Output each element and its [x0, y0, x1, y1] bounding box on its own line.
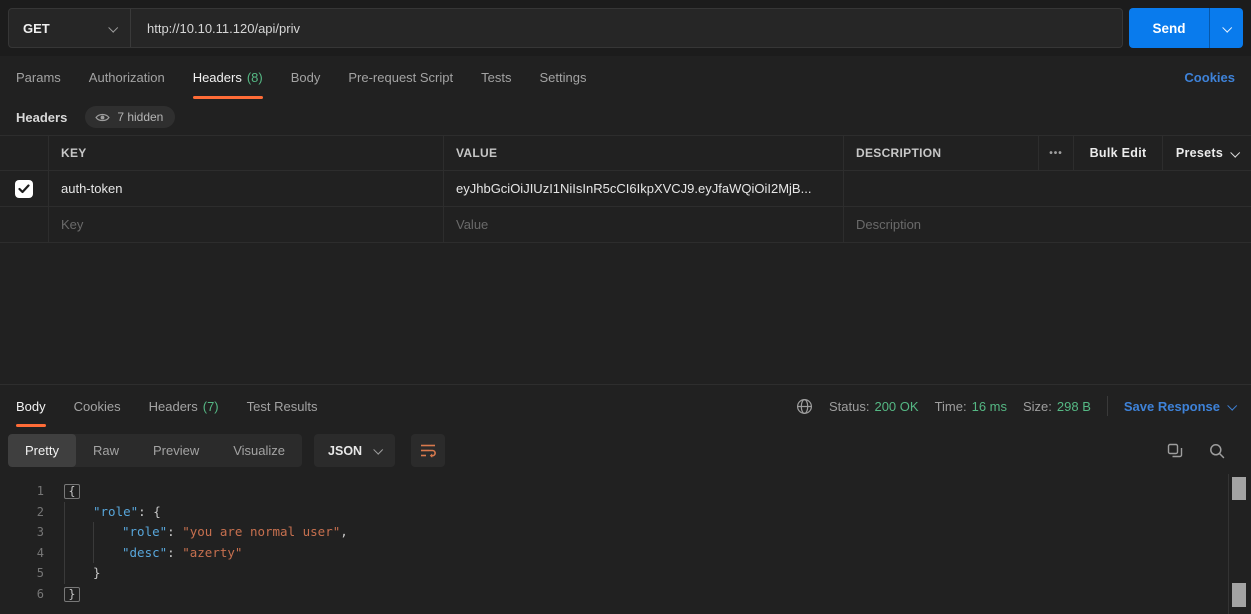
column-description: DESCRIPTION [843, 136, 1038, 170]
request-body-empty-area [0, 243, 1251, 384]
indent-guide [64, 563, 93, 584]
eye-icon [95, 112, 110, 123]
status-badge: Status: 200 OK [829, 399, 919, 414]
table-row: auth-token eyJhbGciOiJIUzI1NiIsInR5cCI6I… [0, 171, 1251, 207]
column-value: VALUE [443, 136, 843, 170]
header-description-cell[interactable] [843, 171, 1251, 206]
time-badge: Time: 16 ms [935, 399, 1007, 414]
view-visualize[interactable]: Visualize [216, 434, 302, 467]
request-tabs: Params Authorization Headers(8) Body Pre… [0, 56, 1251, 99]
response-toolbar: Pretty Raw Preview Visualize JSON [0, 427, 1251, 474]
scrollbar-thumb[interactable] [1232, 583, 1246, 607]
indent-guide [93, 543, 122, 564]
fold-toggle[interactable]: { [64, 484, 80, 499]
code-line: 5 } [0, 563, 1251, 584]
tab-settings[interactable]: Settings [539, 56, 586, 99]
response-tab-body[interactable]: Body [16, 385, 46, 427]
code-line: 4 "desc": "azerty" [0, 543, 1251, 564]
tab-params[interactable]: Params [16, 56, 61, 99]
headers-section-header: Headers 7 hidden [0, 99, 1251, 135]
view-preview[interactable]: Preview [136, 434, 216, 467]
response-body-viewer: 1 { 2 "role": { 3 "role": "you are norma… [0, 474, 1251, 614]
fold-toggle[interactable]: } [64, 587, 80, 602]
save-response-button[interactable]: Save Response [1124, 399, 1235, 414]
response-tabs-bar: Body Cookies Headers(7) Test Results Sta… [0, 384, 1251, 427]
divider [1107, 396, 1108, 416]
chevron-down-icon [108, 22, 118, 32]
tab-pre-request-script[interactable]: Pre-request Script [348, 56, 453, 99]
indent-guide [93, 522, 122, 543]
new-key-input[interactable] [61, 217, 431, 232]
method-select[interactable]: GET [9, 9, 131, 47]
scrollbar-thumb[interactable] [1232, 477, 1246, 500]
more-options-button[interactable]: ••• [1049, 148, 1063, 159]
code-line: 3 "role": "you are normal user", [0, 522, 1251, 543]
tab-body[interactable]: Body [291, 56, 321, 99]
response-headers-count: (7) [203, 399, 219, 414]
scrollbar-track [1228, 474, 1229, 614]
indent-guide [64, 543, 93, 564]
url-input[interactable] [131, 9, 1122, 47]
new-description-input[interactable] [856, 217, 1239, 232]
size-badge: Size: 298 B [1023, 399, 1091, 414]
format-select[interactable]: JSON [314, 434, 395, 467]
postman-window: GET Send Params Authorization Headers(8)… [0, 0, 1251, 614]
row-checkbox[interactable] [15, 180, 33, 198]
presets-dropdown[interactable]: Presets [1162, 136, 1251, 170]
view-raw[interactable]: Raw [76, 434, 136, 467]
view-mode-switcher: Pretty Raw Preview Visualize [8, 434, 302, 467]
response-meta: Status: 200 OK Time: 16 ms Size: 298 B S… [796, 385, 1235, 427]
code-line: 2 "role": { [0, 502, 1251, 523]
cookies-link[interactable]: Cookies [1184, 56, 1235, 99]
copy-icon [1167, 443, 1183, 459]
headers-table: KEY VALUE DESCRIPTION ••• Bulk Edit Pres… [0, 135, 1251, 243]
indent-guide [64, 522, 93, 543]
chevron-down-icon [1227, 400, 1237, 410]
tab-tests[interactable]: Tests [481, 56, 511, 99]
headers-title: Headers [16, 110, 67, 125]
hidden-headers-toggle[interactable]: 7 hidden [85, 106, 175, 128]
code-line: 1 { [0, 481, 1251, 502]
bulk-edit-button[interactable]: Bulk Edit [1090, 146, 1147, 160]
chevron-down-icon [1230, 147, 1240, 157]
select-all-column [0, 136, 48, 170]
hidden-count-label: 7 hidden [117, 110, 163, 124]
tab-authorization[interactable]: Authorization [89, 56, 165, 99]
send-button[interactable]: Send [1129, 8, 1243, 48]
chevron-down-icon [373, 445, 383, 455]
browse-response-button[interactable] [796, 398, 813, 415]
table-row-empty [0, 207, 1251, 243]
header-key-cell[interactable]: auth-token [48, 171, 443, 206]
url-container: GET [8, 8, 1123, 48]
new-value-input[interactable] [456, 217, 831, 232]
wrap-lines-button[interactable] [411, 434, 445, 467]
search-icon [1209, 443, 1225, 459]
header-value-cell[interactable]: eyJhbGciOiJIUzI1NiIsInR5cCI6IkpXVCJ9.eyJ… [443, 171, 843, 206]
copy-response-button[interactable] [1167, 443, 1183, 459]
indent-guide [64, 502, 93, 523]
response-tab-test-results[interactable]: Test Results [247, 385, 318, 427]
column-key: KEY [48, 136, 443, 170]
table-header-row: KEY VALUE DESCRIPTION ••• Bulk Edit Pres… [0, 135, 1251, 171]
tab-headers[interactable]: Headers(8) [193, 56, 263, 99]
response-toolbar-right [1167, 443, 1225, 459]
headers-count: (8) [247, 70, 263, 85]
response-tab-headers[interactable]: Headers(7) [149, 385, 219, 427]
code-line: 6 } [0, 584, 1251, 605]
send-label[interactable]: Send [1129, 8, 1209, 48]
view-pretty[interactable]: Pretty [8, 434, 76, 467]
method-label: GET [23, 21, 50, 36]
send-options-button[interactable] [1209, 8, 1243, 48]
check-icon [18, 184, 30, 194]
globe-icon [796, 398, 813, 415]
request-url-bar: GET Send [0, 0, 1251, 56]
search-response-button[interactable] [1209, 443, 1225, 459]
chevron-down-icon [1222, 22, 1232, 32]
text-wrap-icon [420, 443, 437, 458]
response-tab-cookies[interactable]: Cookies [74, 385, 121, 427]
